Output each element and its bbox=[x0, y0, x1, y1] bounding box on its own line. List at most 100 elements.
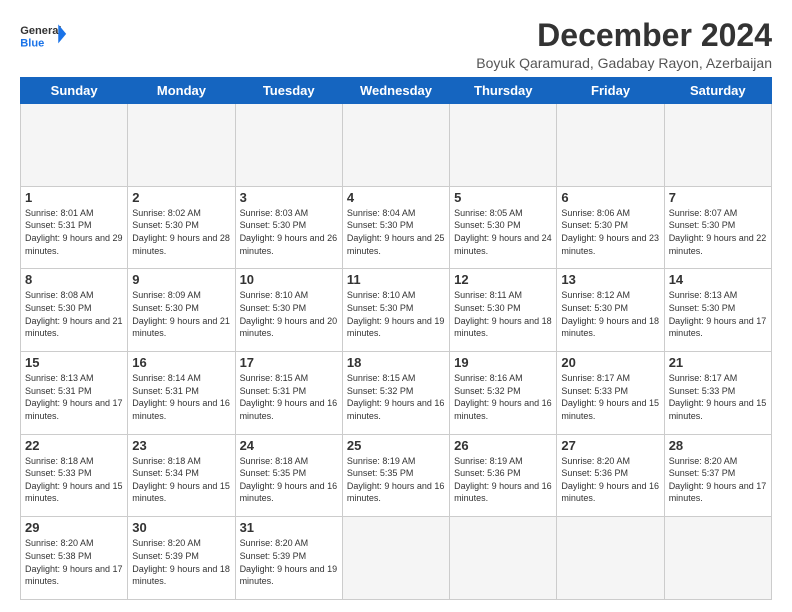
calendar-cell: 21 Sunrise: 8:17 AMSunset: 5:33 PMDayligh… bbox=[664, 352, 771, 435]
day-number: 2 bbox=[132, 190, 230, 205]
header: General Blue December 2024 Boyuk Qaramur… bbox=[20, 18, 772, 71]
day-number: 13 bbox=[561, 272, 659, 287]
day-number: 9 bbox=[132, 272, 230, 287]
day-info: Sunrise: 8:10 AMSunset: 5:30 PMDaylight:… bbox=[240, 289, 338, 339]
calendar-cell: 28 Sunrise: 8:20 AMSunset: 5:37 PMDayligh… bbox=[664, 434, 771, 517]
day-info: Sunrise: 8:01 AMSunset: 5:31 PMDaylight:… bbox=[25, 207, 123, 257]
calendar-week-2: 8 Sunrise: 8:08 AMSunset: 5:30 PMDaylight… bbox=[21, 269, 772, 352]
col-friday: Friday bbox=[557, 78, 664, 104]
logo-icon: General Blue bbox=[20, 18, 68, 56]
subtitle: Boyuk Qaramurad, Gadabay Rayon, Azerbaij… bbox=[476, 55, 772, 71]
calendar-cell: 22Sunrise: 8:18 AMSunset: 5:33 PMDayligh… bbox=[21, 434, 128, 517]
logo: General Blue bbox=[20, 18, 68, 56]
day-info: Sunrise: 8:18 AMSunset: 5:35 PMDaylight:… bbox=[240, 455, 338, 505]
calendar-cell: 23Sunrise: 8:18 AMSunset: 5:34 PMDayligh… bbox=[128, 434, 235, 517]
calendar-cell bbox=[450, 104, 557, 187]
day-info: Sunrise: 8:02 AMSunset: 5:30 PMDaylight:… bbox=[132, 207, 230, 257]
day-info: Sunrise: 8:19 AMSunset: 5:36 PMDaylight:… bbox=[454, 455, 552, 505]
day-number: 3 bbox=[240, 190, 338, 205]
day-number: 18 bbox=[347, 355, 445, 370]
day-info: Sunrise: 8:20 AMSunset: 5:39 PMDaylight:… bbox=[240, 537, 338, 587]
calendar-cell: 14Sunrise: 8:13 AMSunset: 5:30 PMDayligh… bbox=[664, 269, 771, 352]
day-info: Sunrise: 8:15 AMSunset: 5:32 PMDaylight:… bbox=[347, 372, 445, 422]
calendar-cell bbox=[235, 104, 342, 187]
col-saturday: Saturday bbox=[664, 78, 771, 104]
calendar-cell: 16 Sunrise: 8:14 AMSunset: 5:31 PMDayligh… bbox=[128, 352, 235, 435]
page: General Blue December 2024 Boyuk Qaramur… bbox=[0, 0, 792, 612]
day-number: 31 bbox=[240, 520, 338, 535]
calendar-cell: 25 Sunrise: 8:19 AMSunset: 5:35 PMDayligh… bbox=[342, 434, 449, 517]
calendar-cell: 29 Sunrise: 8:20 AMSunset: 5:38 PMDayligh… bbox=[21, 517, 128, 600]
day-number: 21 bbox=[669, 355, 767, 370]
calendar-cell: 13 Sunrise: 8:12 AMSunset: 5:30 PMDayligh… bbox=[557, 269, 664, 352]
calendar-week-0 bbox=[21, 104, 772, 187]
calendar-cell bbox=[450, 517, 557, 600]
calendar-cell bbox=[21, 104, 128, 187]
calendar-cell: 20 Sunrise: 8:17 AMSunset: 5:33 PMDayligh… bbox=[557, 352, 664, 435]
col-wednesday: Wednesday bbox=[342, 78, 449, 104]
day-info: Sunrise: 8:20 AMSunset: 5:38 PMDaylight:… bbox=[25, 537, 123, 587]
calendar-cell: 5 Sunrise: 8:05 AMSunset: 5:30 PMDaylight… bbox=[450, 186, 557, 269]
calendar-cell bbox=[128, 104, 235, 187]
calendar-cell: 4 Sunrise: 8:04 AMSunset: 5:30 PMDaylight… bbox=[342, 186, 449, 269]
day-number: 24 bbox=[240, 438, 338, 453]
calendar-cell bbox=[664, 104, 771, 187]
day-info: Sunrise: 8:10 AMSunset: 5:30 PMDaylight:… bbox=[347, 289, 445, 339]
day-number: 5 bbox=[454, 190, 552, 205]
day-info: Sunrise: 8:12 AMSunset: 5:30 PMDaylight:… bbox=[561, 289, 659, 339]
day-number: 25 bbox=[347, 438, 445, 453]
day-info: Sunrise: 8:08 AMSunset: 5:30 PMDaylight:… bbox=[25, 289, 123, 339]
calendar-cell: 24 Sunrise: 8:18 AMSunset: 5:35 PMDayligh… bbox=[235, 434, 342, 517]
day-number: 6 bbox=[561, 190, 659, 205]
day-info: Sunrise: 8:13 AMSunset: 5:31 PMDaylight:… bbox=[25, 372, 123, 422]
calendar-cell: 19 Sunrise: 8:16 AMSunset: 5:32 PMDayligh… bbox=[450, 352, 557, 435]
calendar-cell: 10 Sunrise: 8:10 AMSunset: 5:30 PMDayligh… bbox=[235, 269, 342, 352]
day-number: 22 bbox=[25, 438, 123, 453]
calendar-cell: 31 Sunrise: 8:20 AMSunset: 5:39 PMDayligh… bbox=[235, 517, 342, 600]
day-info: Sunrise: 8:20 AMSunset: 5:37 PMDaylight:… bbox=[669, 455, 767, 505]
col-thursday: Thursday bbox=[450, 78, 557, 104]
day-number: 10 bbox=[240, 272, 338, 287]
calendar-cell: 11 Sunrise: 8:10 AMSunset: 5:30 PMDayligh… bbox=[342, 269, 449, 352]
day-info: Sunrise: 8:03 AMSunset: 5:30 PMDaylight:… bbox=[240, 207, 338, 257]
calendar-week-3: 15 Sunrise: 8:13 AMSunset: 5:31 PMDayligh… bbox=[21, 352, 772, 435]
day-info: Sunrise: 8:14 AMSunset: 5:31 PMDaylight:… bbox=[132, 372, 230, 422]
day-info: Sunrise: 8:19 AMSunset: 5:35 PMDaylight:… bbox=[347, 455, 445, 505]
calendar-cell bbox=[342, 104, 449, 187]
day-number: 11 bbox=[347, 272, 445, 287]
col-sunday: Sunday bbox=[21, 78, 128, 104]
calendar-week-5: 29 Sunrise: 8:20 AMSunset: 5:38 PMDayligh… bbox=[21, 517, 772, 600]
day-info: Sunrise: 8:16 AMSunset: 5:32 PMDaylight:… bbox=[454, 372, 552, 422]
day-info: Sunrise: 8:07 AMSunset: 5:30 PMDaylight:… bbox=[669, 207, 767, 257]
day-info: Sunrise: 8:17 AMSunset: 5:33 PMDaylight:… bbox=[669, 372, 767, 422]
calendar-header-row: Sunday Monday Tuesday Wednesday Thursday… bbox=[21, 78, 772, 104]
day-info: Sunrise: 8:04 AMSunset: 5:30 PMDaylight:… bbox=[347, 207, 445, 257]
svg-text:General: General bbox=[20, 25, 61, 37]
day-info: Sunrise: 8:20 AMSunset: 5:36 PMDaylight:… bbox=[561, 455, 659, 505]
calendar-cell: 18 Sunrise: 8:15 AMSunset: 5:32 PMDayligh… bbox=[342, 352, 449, 435]
calendar-cell: 2 Sunrise: 8:02 AMSunset: 5:30 PMDaylight… bbox=[128, 186, 235, 269]
day-number: 4 bbox=[347, 190, 445, 205]
day-number: 16 bbox=[132, 355, 230, 370]
calendar-table: Sunday Monday Tuesday Wednesday Thursday… bbox=[20, 77, 772, 600]
day-number: 8 bbox=[25, 272, 123, 287]
calendar-cell: 26Sunrise: 8:19 AMSunset: 5:36 PMDayligh… bbox=[450, 434, 557, 517]
day-number: 29 bbox=[25, 520, 123, 535]
day-number: 30 bbox=[132, 520, 230, 535]
day-number: 15 bbox=[25, 355, 123, 370]
title-block: December 2024 Boyuk Qaramurad, Gadabay R… bbox=[476, 18, 772, 71]
day-info: Sunrise: 8:17 AMSunset: 5:33 PMDaylight:… bbox=[561, 372, 659, 422]
calendar-cell: 6 Sunrise: 8:06 AMSunset: 5:30 PMDaylight… bbox=[557, 186, 664, 269]
day-info: Sunrise: 8:09 AMSunset: 5:30 PMDaylight:… bbox=[132, 289, 230, 339]
day-info: Sunrise: 8:20 AMSunset: 5:39 PMDaylight:… bbox=[132, 537, 230, 587]
day-number: 12 bbox=[454, 272, 552, 287]
calendar-cell bbox=[557, 517, 664, 600]
calendar-cell: 3 Sunrise: 8:03 AMSunset: 5:30 PMDaylight… bbox=[235, 186, 342, 269]
day-info: Sunrise: 8:06 AMSunset: 5:30 PMDaylight:… bbox=[561, 207, 659, 257]
day-number: 28 bbox=[669, 438, 767, 453]
day-number: 19 bbox=[454, 355, 552, 370]
calendar-cell bbox=[342, 517, 449, 600]
day-info: Sunrise: 8:05 AMSunset: 5:30 PMDaylight:… bbox=[454, 207, 552, 257]
calendar-cell bbox=[557, 104, 664, 187]
day-number: 20 bbox=[561, 355, 659, 370]
